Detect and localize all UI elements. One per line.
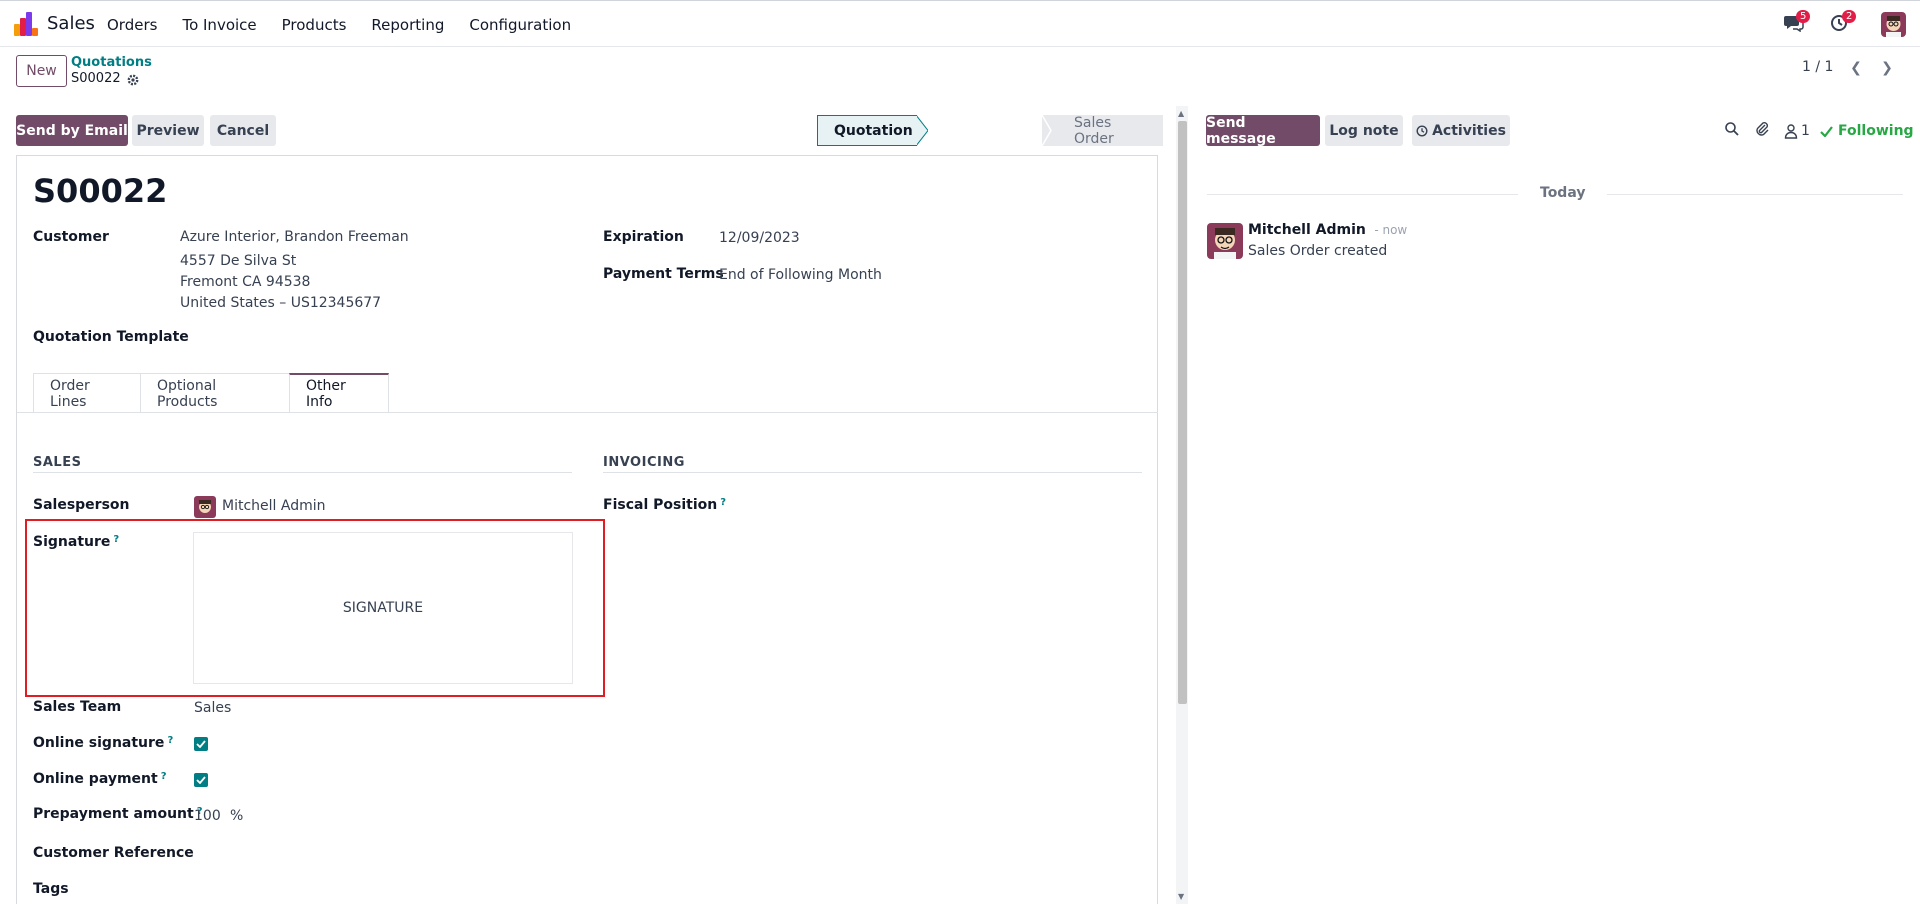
online-payment-label: Online payment? — [33, 771, 167, 787]
tags-label: Tags — [33, 881, 69, 897]
fiscal-position-label: Fiscal Position? — [603, 497, 727, 513]
payment-terms-field[interactable]: End of Following Month — [719, 267, 882, 283]
followers-count: 1 — [1801, 123, 1810, 139]
breadcrumb-quotations[interactable]: Quotations — [71, 55, 152, 70]
customer-label: Customer — [33, 229, 109, 245]
online-payment-checkbox[interactable] — [194, 773, 208, 787]
customer-city: Fremont CA 94538 — [180, 274, 311, 290]
quotation-template-label: Quotation Template — [33, 329, 189, 345]
order-title: S00022 — [33, 172, 168, 210]
pager-value[interactable]: 1 / 1 — [1802, 59, 1833, 75]
stage-quotation[interactable]: Quotation — [817, 115, 917, 146]
prepayment-label: Prepayment amount? — [33, 806, 203, 822]
payment-terms-label: Payment Terms — [603, 266, 724, 282]
customer-street: 4557 De Silva St — [180, 253, 297, 269]
preview-button[interactable]: Preview — [132, 115, 204, 146]
salesperson-label: Salesperson — [33, 497, 130, 513]
followers-button[interactable]: 1 — [1784, 121, 1810, 141]
paperclip-icon[interactable] — [1754, 121, 1770, 141]
message-time: - now — [1374, 223, 1408, 237]
sales-section-title: SALES — [33, 455, 82, 470]
invoicing-section-divider — [603, 472, 1142, 473]
stage-separator-icon — [1042, 115, 1052, 146]
signature-placeholder: SIGNATURE — [342, 600, 424, 616]
main-menu: Orders To Invoice Products Reporting Con… — [107, 16, 596, 34]
tab-optional-products[interactable]: Optional Products — [140, 373, 290, 413]
message-author-avatar[interactable] — [1207, 223, 1243, 259]
stage-sales-order[interactable]: Sales Order — [1052, 115, 1163, 147]
menu-orders[interactable]: Orders — [107, 16, 157, 34]
online-signature-checkbox[interactable] — [194, 737, 208, 751]
signature-box[interactable]: SIGNATURE — [193, 532, 573, 684]
send-by-email-button[interactable]: Send by Email — [16, 115, 128, 146]
signature-help-icon[interactable]: ? — [113, 534, 119, 545]
salesperson-field[interactable]: Mitchell Admin — [222, 498, 326, 514]
fiscal-position-help-icon[interactable]: ? — [720, 497, 726, 508]
new-button[interactable]: New — [16, 55, 67, 87]
message-header: Mitchell Admin - now — [1248, 222, 1407, 238]
top-navbar: Sales Orders To Invoice Products Reporti… — [0, 0, 1920, 47]
breadcrumb-current: S00022 — [71, 71, 121, 86]
cancel-button[interactable]: Cancel — [210, 115, 276, 146]
user-avatar[interactable] — [1881, 12, 1906, 37]
following-button[interactable]: Following — [1820, 121, 1914, 141]
tab-other-info[interactable]: Other Info — [289, 373, 389, 413]
sales-team-field[interactable]: Sales — [194, 700, 231, 716]
search-icon[interactable] — [1724, 121, 1740, 141]
menu-configuration[interactable]: Configuration — [469, 16, 571, 34]
signature-label: Signature? — [33, 534, 120, 550]
tab-divider — [17, 412, 1158, 413]
message-author[interactable]: Mitchell Admin — [1248, 222, 1366, 238]
menu-to-invoice[interactable]: To Invoice — [182, 16, 256, 34]
status-bar: Quotation Quotation Sent Sales Order — [817, 115, 1163, 147]
customer-country: United States – US12345677 — [180, 295, 382, 311]
expiration-field[interactable]: 12/09/2023 — [719, 230, 800, 246]
log-note-button[interactable]: Log note — [1325, 115, 1403, 146]
chevron-left-icon[interactable]: ❮ — [1843, 56, 1869, 80]
scroll-up-icon[interactable]: ▲ — [1178, 109, 1184, 118]
menu-products[interactable]: Products — [282, 16, 347, 34]
activities-button[interactable]: Activities — [1412, 115, 1510, 146]
online-payment-help-icon[interactable]: ? — [161, 771, 167, 782]
sales-section-divider — [33, 472, 572, 473]
activity-clock-icon[interactable]: 2 — [1830, 10, 1857, 34]
app-name[interactable]: Sales — [47, 13, 95, 34]
sales-team-label: Sales Team — [33, 699, 122, 715]
salesperson-avatar — [194, 496, 216, 518]
today-label: Today — [1518, 185, 1608, 201]
sales-app-logo-icon[interactable] — [14, 12, 38, 36]
gear-icon[interactable] — [127, 72, 139, 86]
stage-quotation-sent[interactable]: Quotation Sent — [916, 115, 1042, 147]
clock-icon — [1416, 124, 1428, 137]
prepayment-unit: % — [230, 808, 244, 824]
stage-arrow-icon — [916, 115, 928, 146]
expiration-label: Expiration — [603, 229, 684, 245]
invoicing-section-title: INVOICING — [603, 455, 685, 470]
messaging-icon[interactable]: 5 — [1784, 10, 1811, 34]
send-message-button[interactable]: Send message — [1206, 115, 1320, 147]
scrollbar-thumb[interactable] — [1178, 121, 1187, 704]
scroll-down-icon[interactable]: ▼ — [1178, 892, 1184, 901]
customer-reference-label: Customer Reference — [33, 845, 194, 861]
activities-label: Activities — [1432, 122, 1506, 139]
tab-order-lines[interactable]: Order Lines — [33, 373, 141, 413]
following-label: Following — [1838, 123, 1914, 139]
online-signature-label: Online signature? — [33, 735, 174, 751]
online-signature-help-icon[interactable]: ? — [167, 735, 173, 746]
person-icon — [1784, 124, 1798, 139]
form-tabs: Order Lines Optional Products Other Info — [33, 373, 389, 413]
menu-reporting[interactable]: Reporting — [371, 16, 444, 34]
chevron-right-icon[interactable]: ❯ — [1874, 56, 1900, 80]
customer-name[interactable]: Azure Interior, Brandon Freeman — [180, 229, 409, 245]
message-body: Sales Order created — [1248, 243, 1388, 259]
prepayment-field[interactable]: 100 — [194, 808, 221, 824]
check-icon — [1820, 125, 1833, 137]
